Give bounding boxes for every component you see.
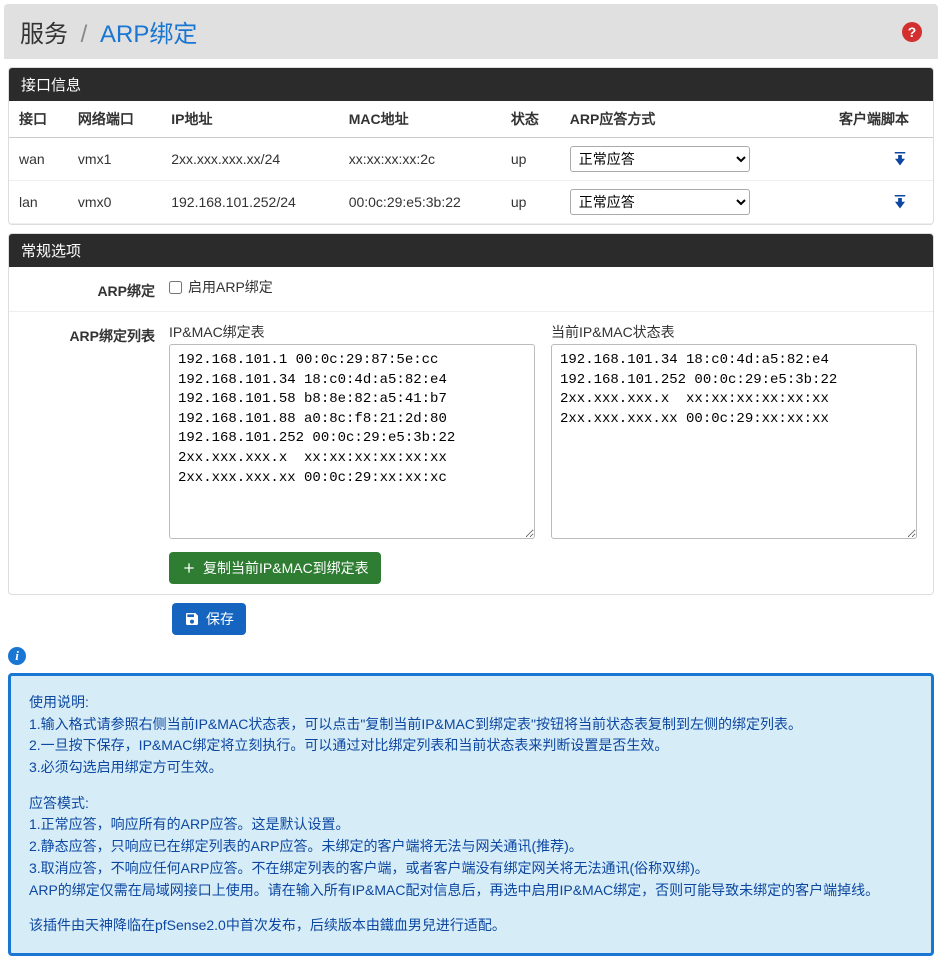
th-script: 客户端脚本 xyxy=(805,101,933,138)
save-button-label: 保存 xyxy=(206,609,234,629)
th-ip: IP地址 xyxy=(161,101,338,138)
arp-mode-select[interactable]: 正常应答静态应答取消应答 xyxy=(570,189,750,215)
copy-to-bind-button[interactable]: 复制当前IP&MAC到绑定表 xyxy=(169,552,381,584)
help-note: ARP的绑定仅需在局域网接口上使用。请在输入所有IP&MAC配对信息后，再选中启… xyxy=(29,880,913,902)
help-mode-3: 3.取消应答，不响应任何ARP应答。不在绑定列表的客户端，或者客户端没有绑定网关… xyxy=(29,858,913,880)
save-icon xyxy=(184,611,200,627)
label-bind-list: ARP绑定列表 xyxy=(9,322,169,584)
td-state: up xyxy=(501,138,560,181)
td-mode: 正常应答静态应答取消应答 xyxy=(560,181,806,224)
th-mode: ARP应答方式 xyxy=(560,101,806,138)
help-mode-1: 1.正常应答，响应所有的ARP应答。这是默认设置。 xyxy=(29,814,913,836)
enable-bind-text: 启用ARP绑定 xyxy=(188,277,273,297)
help-panel: 使用说明: 1.输入格式请参照右侧当前IP&MAC状态表，可以点击"复制当前IP… xyxy=(8,673,934,956)
td-ip: 2xx.xxx.xxx.xx/24 xyxy=(161,138,338,181)
th-iface: 接口 xyxy=(9,101,68,138)
bind-table-caption: IP&MAC绑定表 xyxy=(169,322,535,342)
help-usage-3: 3.必须勾选启用绑定方可生效。 xyxy=(29,757,913,779)
state-table-textarea[interactable] xyxy=(551,344,917,539)
state-table-caption: 当前IP&MAC状态表 xyxy=(551,322,917,342)
help-usage-title: 使用说明: xyxy=(29,692,913,714)
td-iface: wan xyxy=(9,138,68,181)
td-port: vmx0 xyxy=(68,181,161,224)
info-icon[interactable]: i xyxy=(8,647,26,665)
interface-panel-title: 接口信息 xyxy=(9,68,933,101)
general-panel: 常规选项 ARP绑定 启用ARP绑定 ARP绑定列表 IP&MAC绑定表 复制当… xyxy=(8,233,934,595)
bind-table-textarea[interactable] xyxy=(169,344,535,539)
help-usage-1: 1.输入格式请参照右侧当前IP&MAC状态表，可以点击"复制当前IP&MAC到绑… xyxy=(29,714,913,736)
th-state: 状态 xyxy=(501,101,560,138)
label-arp-bind: ARP绑定 xyxy=(9,277,169,301)
page-header: 服务 / ARP绑定 ? xyxy=(4,4,938,59)
help-usage-2: 2.一旦按下保存，IP&MAC绑定将立刻执行。可以通过对比绑定列表和当前状态表来… xyxy=(29,735,913,757)
td-state: up xyxy=(501,181,560,224)
breadcrumb-root[interactable]: 服务 xyxy=(20,21,68,48)
enable-bind-label[interactable]: 启用ARP绑定 xyxy=(169,277,917,297)
table-header-row: 接口 网络端口 IP地址 MAC地址 状态 ARP应答方式 客户端脚本 xyxy=(9,101,933,138)
td-port: vmx1 xyxy=(68,138,161,181)
help-icon[interactable]: ? xyxy=(902,22,922,42)
th-mac: MAC地址 xyxy=(339,101,501,138)
interface-table: 接口 网络端口 IP地址 MAC地址 状态 ARP应答方式 客户端脚本 wanv… xyxy=(9,101,933,224)
td-script xyxy=(805,181,933,224)
breadcrumb: 服务 / ARP绑定 xyxy=(20,14,197,49)
row-bind-lists: ARP绑定列表 IP&MAC绑定表 复制当前IP&MAC到绑定表 当前IP&MA… xyxy=(9,311,933,594)
download-icon[interactable] xyxy=(891,149,909,170)
th-port: 网络端口 xyxy=(68,101,161,138)
general-panel-title: 常规选项 xyxy=(9,234,933,267)
plus-icon xyxy=(181,560,197,576)
help-mode-title: 应答模式: xyxy=(29,793,913,815)
breadcrumb-separator: / xyxy=(81,21,88,48)
td-script xyxy=(805,138,933,181)
arp-mode-select[interactable]: 正常应答静态应答取消应答 xyxy=(570,146,750,172)
breadcrumb-current[interactable]: ARP绑定 xyxy=(100,21,197,48)
help-credit: 该插件由天神降临在pfSense2.0中首次发布，后续版本由鐵血男兒进行适配。 xyxy=(29,915,913,937)
td-mac: xx:xx:xx:xx:2c xyxy=(339,138,501,181)
help-mode-2: 2.静态应答，只响应已在绑定列表的ARP应答。未绑定的客户端将无法与网关通讯(推… xyxy=(29,836,913,858)
td-ip: 192.168.101.252/24 xyxy=(161,181,338,224)
table-row: wanvmx12xx.xxx.xxx.xx/24xx:xx:xx:xx:2cup… xyxy=(9,138,933,181)
interface-panel: 接口信息 接口 网络端口 IP地址 MAC地址 状态 ARP应答方式 客户端脚本… xyxy=(8,67,934,225)
download-icon[interactable] xyxy=(891,192,909,213)
enable-bind-checkbox[interactable] xyxy=(169,281,182,294)
table-row: lanvmx0192.168.101.252/2400:0c:29:e5:3b:… xyxy=(9,181,933,224)
td-mode: 正常应答静态应答取消应答 xyxy=(560,138,806,181)
save-button[interactable]: 保存 xyxy=(172,603,246,635)
td-iface: lan xyxy=(9,181,68,224)
row-enable-bind: ARP绑定 启用ARP绑定 xyxy=(9,267,933,311)
copy-button-label: 复制当前IP&MAC到绑定表 xyxy=(203,558,369,578)
td-mac: 00:0c:29:e5:3b:22 xyxy=(339,181,501,224)
